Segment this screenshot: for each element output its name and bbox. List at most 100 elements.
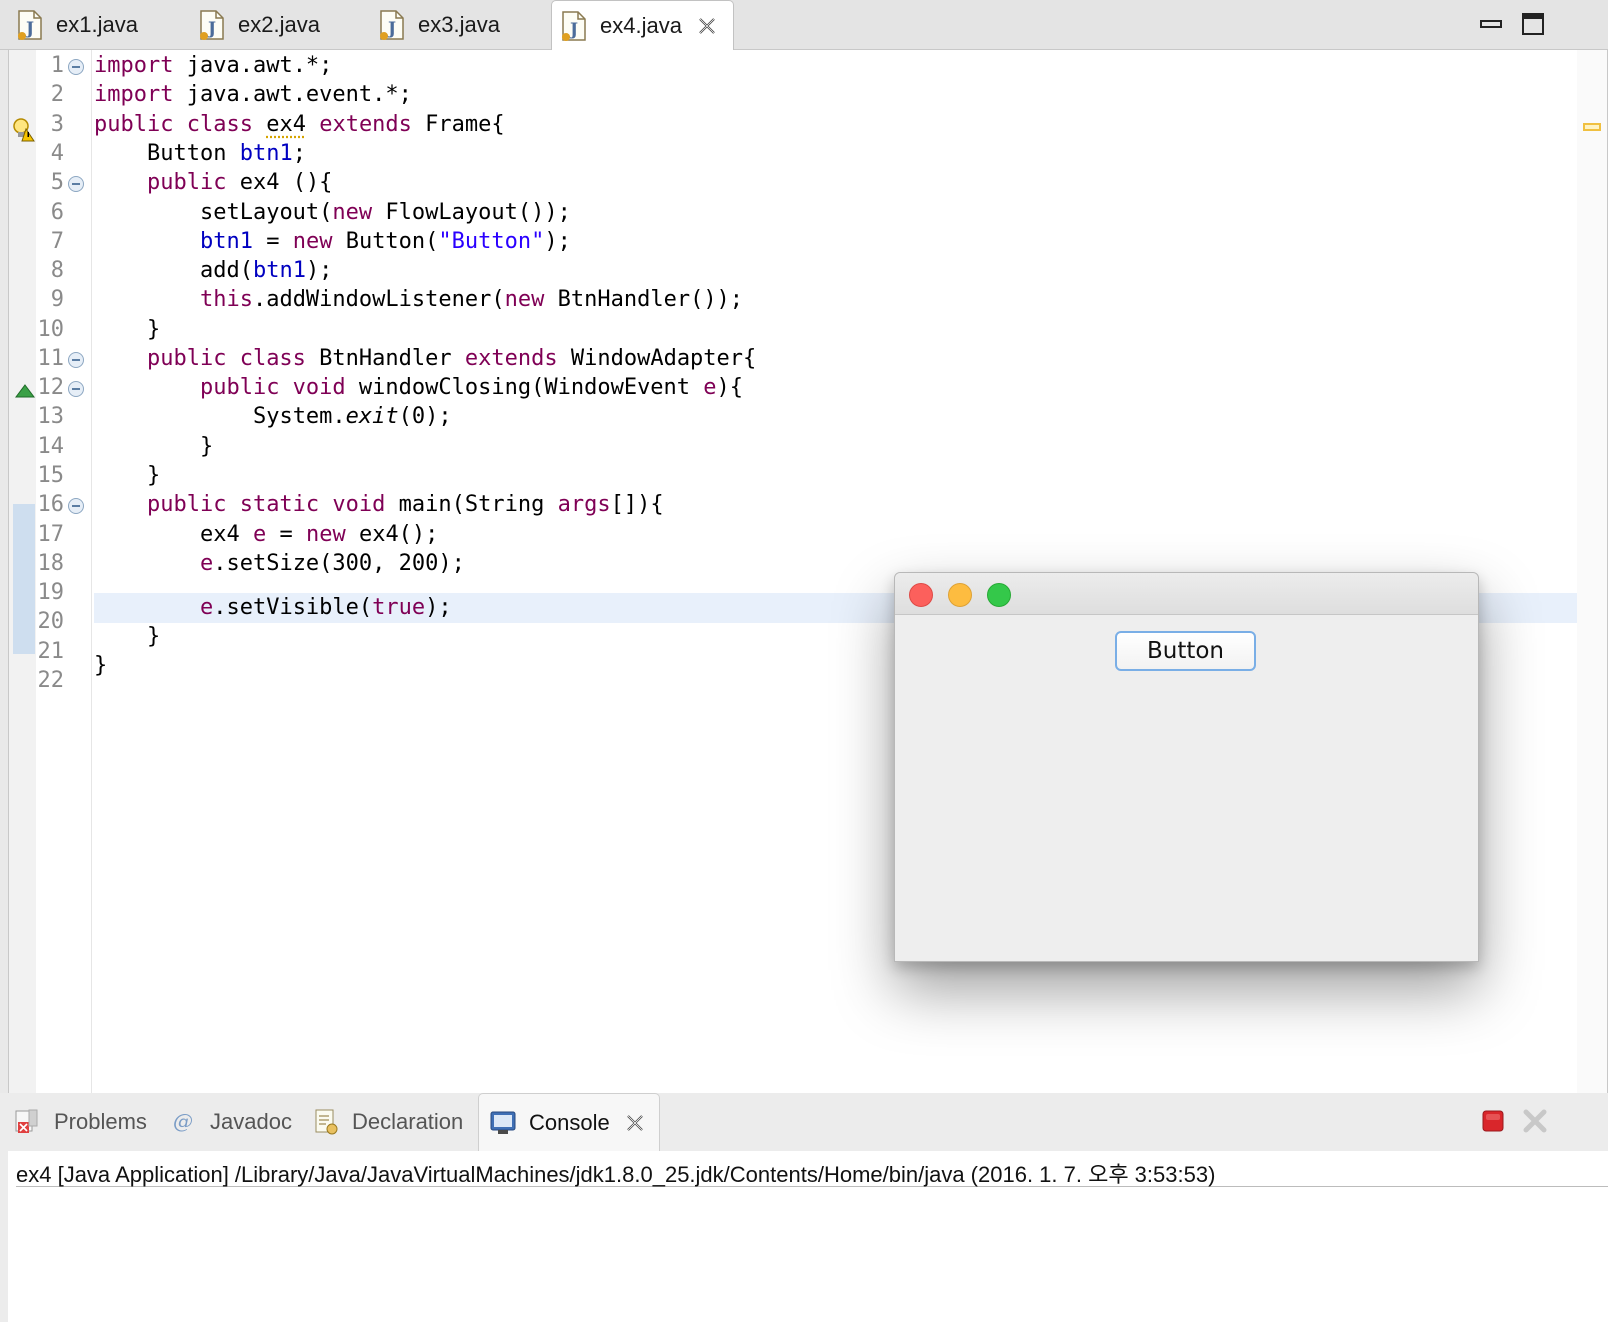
java-frame-window[interactable]: Button xyxy=(894,572,1479,962)
maximize-icon[interactable] xyxy=(1520,12,1546,36)
tab-label: Problems xyxy=(54,1109,147,1134)
editor-tab-bar: J ex1.java J ex2.java J ex3.java J ex4.j xyxy=(0,0,1608,51)
javadoc-icon: @ xyxy=(173,1109,193,1133)
fold-collapse-icon[interactable] xyxy=(68,498,84,514)
warning-lightbulb-icon[interactable] xyxy=(11,116,37,142)
static-method: exit xyxy=(345,404,399,429)
quick-diff-marker xyxy=(13,504,35,654)
tab-label: Declaration xyxy=(352,1109,464,1134)
fold-collapse-icon[interactable] xyxy=(68,59,84,75)
fold-collapse-icon[interactable] xyxy=(68,352,84,368)
line-number: 21 xyxy=(37,639,65,664)
parameter: args xyxy=(557,492,611,517)
code-line: Button btn1; xyxy=(94,139,306,169)
window-zoom-button[interactable] xyxy=(987,583,1011,607)
line-number: 22 xyxy=(37,668,65,693)
fold-collapse-icon[interactable] xyxy=(68,381,84,397)
declaration-icon xyxy=(315,1109,338,1135)
java-file-icon: J xyxy=(562,11,586,41)
line-number: 20 xyxy=(37,609,65,634)
tab-ex3-java[interactable]: J ex3.java xyxy=(378,0,500,50)
window-titlebar[interactable] xyxy=(895,573,1478,615)
keyword: new xyxy=(504,287,545,312)
window-close-button[interactable] xyxy=(909,583,933,607)
code-line: } xyxy=(94,461,160,491)
line-number: 17 xyxy=(37,522,65,547)
tab-javadoc[interactable]: @ Javadoc xyxy=(170,1093,292,1151)
field: btn1 xyxy=(252,258,306,283)
parameter: e xyxy=(703,375,717,400)
tab-label: ex4.java xyxy=(600,13,682,38)
java-file-icon: J xyxy=(18,10,42,40)
code-text: ; xyxy=(292,141,306,166)
code-text: windowClosing(WindowEvent xyxy=(345,375,704,400)
code-text: FlowLayout()); xyxy=(372,200,571,225)
code-text: } xyxy=(146,317,161,342)
code-line: btn1 = new Button("Button"); xyxy=(94,227,571,257)
tab-problems[interactable]: Problems xyxy=(14,1093,147,1151)
code-line: ex4 e = new ex4(); xyxy=(94,520,438,550)
code-line: public class ex4 extends Frame{ xyxy=(94,110,505,140)
code-text: = xyxy=(266,522,306,547)
overview-ruler[interactable] xyxy=(1577,50,1607,1110)
code-text: = xyxy=(252,229,293,254)
tab-label: Javadoc xyxy=(210,1109,292,1134)
code-line: add(btn1); xyxy=(94,256,332,286)
code-text: Button( xyxy=(332,229,439,254)
console-output[interactable]: ex4 [Java Application] /Library/Java/Jav… xyxy=(8,1151,1608,1322)
code-text: BtnHandler()); xyxy=(544,287,744,312)
code-text: setLayout( xyxy=(199,200,333,225)
field: btn1 xyxy=(199,229,253,254)
code-text: WindowAdapter{ xyxy=(557,346,757,371)
line-number: 10 xyxy=(37,317,65,342)
remove-launch-icon[interactable] xyxy=(1521,1107,1549,1135)
code-line: } xyxy=(94,432,213,462)
warning-overview-marker[interactable] xyxy=(1583,123,1601,131)
local-variable: e xyxy=(252,522,267,547)
svg-text:@: @ xyxy=(173,1109,193,1133)
code-line: setLayout(new FlowLayout()); xyxy=(94,198,571,228)
line-number: 2 xyxy=(50,82,64,107)
code-text: ex4 (){ xyxy=(226,170,333,195)
tab-label: ex2.java xyxy=(238,12,320,37)
code-line: public ex4 (){ xyxy=(94,168,332,198)
tab-ex2-java[interactable]: J ex2.java xyxy=(198,0,320,50)
code-text: ); xyxy=(305,258,333,283)
code-text: BtnHandler xyxy=(305,346,465,371)
tab-ex4-java[interactable]: J ex4.java xyxy=(551,0,734,51)
code-line: public static void main(String args[]){ xyxy=(94,490,664,520)
class-name-warning[interactable]: ex4 xyxy=(266,112,306,137)
code-text: main(String xyxy=(385,492,558,517)
line-number: 7 xyxy=(50,229,64,254)
keyword: true xyxy=(372,595,426,620)
tab-ex1-java[interactable]: J ex1.java xyxy=(16,0,138,50)
override-marker-icon[interactable] xyxy=(15,384,35,398)
keyword: new xyxy=(305,522,346,547)
line-number: 6 xyxy=(50,200,64,225)
keyword: public xyxy=(146,170,227,195)
close-icon[interactable] xyxy=(696,15,718,37)
line-number: 5 xyxy=(50,170,64,195)
code-line: public class BtnHandler extends WindowAd… xyxy=(94,344,756,374)
keyword: new xyxy=(332,200,373,225)
line-number: 12 xyxy=(37,375,65,400)
tab-label: ex3.java xyxy=(418,12,500,37)
awt-button[interactable]: Button xyxy=(1115,631,1256,671)
fold-collapse-icon[interactable] xyxy=(68,176,84,192)
keyword: public void xyxy=(199,375,346,400)
code-line: e.setSize(300, 200); xyxy=(94,549,465,579)
code-line: import java.awt.event.*; xyxy=(94,80,412,110)
line-number: 13 xyxy=(37,404,65,429)
code-line: } xyxy=(94,651,107,681)
code-line: } xyxy=(94,622,160,652)
minimize-icon[interactable] xyxy=(1478,12,1504,36)
close-icon[interactable] xyxy=(624,1112,646,1134)
code-line: import java.awt.*; xyxy=(94,51,332,81)
code-text: (0); xyxy=(398,404,452,429)
tab-console[interactable]: Console xyxy=(478,1093,660,1151)
code-text: ); xyxy=(544,229,571,254)
tab-declaration[interactable]: Declaration xyxy=(312,1093,463,1151)
terminate-icon[interactable] xyxy=(1481,1109,1505,1133)
window-minimize-button[interactable] xyxy=(948,583,972,607)
console-process-label: ex4 [Java Application] /Library/Java/Jav… xyxy=(16,1157,1608,1187)
